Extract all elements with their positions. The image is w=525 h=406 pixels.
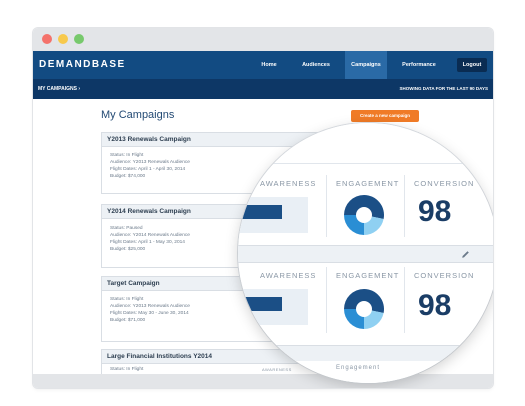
conversion-label: CONVERSION [414, 271, 475, 280]
status-line: Status: In Flight [110, 153, 144, 158]
campaign-name[interactable]: Target Campaign [107, 280, 160, 287]
metrics-panel: AWARENESS ENGAGEMENT CONVERSION 98 Engag… [238, 263, 493, 383]
date-range-note: SHOWING DATA FOR THE LAST 90 DAYS [399, 86, 488, 91]
awareness-label: AWARENESS [260, 179, 317, 188]
engagement-donut-chart [344, 195, 385, 235]
page-title: My Campaigns [101, 109, 175, 121]
card-header [238, 245, 493, 263]
divider [404, 175, 405, 237]
breadcrumb[interactable]: MY CAMPAIGNS › [38, 86, 80, 92]
conversion-value: 98 [418, 289, 452, 322]
pencil-icon[interactable] [460, 249, 471, 260]
audience-line: Audience: Y2013 Renewals Audience [110, 304, 190, 309]
awareness-label: AWARENESS [260, 271, 317, 280]
engagement-donut-chart [344, 289, 385, 329]
budget-line: Budget: $71,000 [110, 318, 146, 323]
awareness-bar-fill [238, 297, 282, 311]
dates-line: Flight Dates: April 1 - May 30, 2014 [110, 240, 185, 245]
divider [238, 163, 493, 164]
browser-window: DEMANDBASE Home Audiences Campaigns Perf… [33, 28, 493, 388]
magnifier-lens: AWARENESS ENGAGEMENT CONVERSION 98 AWARE… [238, 123, 493, 383]
audience-line: Audience: Y2014 Renewals Audience [110, 233, 190, 238]
maximize-window-icon[interactable] [74, 34, 84, 44]
engagement-label-small: Engagement [336, 365, 381, 371]
divider [326, 267, 327, 333]
conversion-label: CONVERSION [414, 179, 475, 188]
nav-performance[interactable]: Performance [391, 51, 447, 79]
dates-line: Flight Dates: April 1 - April 30, 2014 [110, 167, 186, 172]
brand-logo[interactable]: DEMANDBASE [39, 59, 126, 70]
conversion-value: 98 [418, 195, 452, 228]
nav-campaigns[interactable]: Campaigns [345, 51, 387, 79]
divider [404, 267, 405, 333]
top-navbar: DEMANDBASE Home Audiences Campaigns Perf… [33, 51, 493, 79]
campaign-name[interactable]: Y2013 Renewals Campaign [107, 136, 191, 143]
audience-line: Audience: Y2013 Renewals Audience [110, 160, 190, 165]
create-campaign-button[interactable]: Create a new campaign [351, 110, 419, 122]
campaign-name[interactable]: Y2014 Renewals Campaign [107, 208, 191, 215]
minimize-window-icon[interactable] [58, 34, 68, 44]
title-bar [33, 28, 493, 51]
nav-home[interactable]: Home [251, 51, 287, 79]
engagement-label: ENGAGEMENT [336, 179, 400, 188]
budget-line: Budget: $25,000 [110, 247, 146, 252]
status-line: Status: In Flight [110, 297, 144, 302]
metrics-panel: AWARENESS ENGAGEMENT CONVERSION 98 [238, 123, 493, 241]
close-window-icon[interactable] [42, 34, 52, 44]
nav-audiences[interactable]: Audiences [291, 51, 341, 79]
logout-button[interactable]: Logout [457, 58, 487, 72]
engagement-label: ENGAGEMENT [336, 271, 400, 280]
sub-navbar: MY CAMPAIGNS › SHOWING DATA FOR THE LAST… [33, 79, 493, 99]
campaign-name[interactable]: Large Financial Institutions Y2014 [107, 353, 212, 360]
awareness-bar-fill [238, 205, 282, 219]
status-line: Status: Paused [110, 226, 143, 231]
status-line: Status: In Flight [110, 367, 144, 372]
card-header [238, 345, 493, 361]
budget-line: Budget: $74,000 [110, 174, 146, 179]
dates-line: Flight Dates: May 30 - June 30, 2014 [110, 311, 189, 316]
divider [326, 175, 327, 237]
